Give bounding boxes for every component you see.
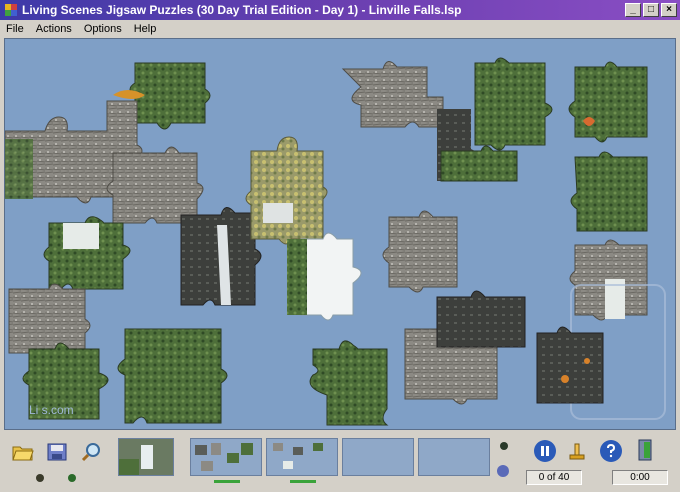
magnify-icon bbox=[81, 443, 100, 462]
tray-progress-bar bbox=[214, 480, 240, 483]
puzzle-piece[interactable] bbox=[309, 340, 389, 426]
exit-button[interactable] bbox=[632, 438, 658, 462]
maximize-button[interactable]: □ bbox=[643, 3, 659, 17]
open-folder-icon bbox=[12, 446, 34, 461]
help-icon bbox=[607, 444, 616, 458]
puzzle-piece[interactable] bbox=[568, 61, 648, 143]
tray-progress-bar bbox=[290, 480, 316, 483]
window-title: Living Scenes Jigsaw Puzzles (30 Day Tri… bbox=[22, 3, 462, 17]
menu-file[interactable]: File bbox=[0, 23, 30, 35]
help-button[interactable] bbox=[600, 440, 622, 462]
puzzle-piece[interactable] bbox=[263, 203, 293, 223]
puzzle-piece[interactable] bbox=[341, 61, 444, 128]
puzzle-app-icon bbox=[5, 4, 17, 16]
piece-tray-1[interactable] bbox=[190, 438, 262, 476]
exit-icon bbox=[638, 439, 652, 461]
puzzle-piece[interactable] bbox=[436, 290, 526, 348]
magnify-button[interactable] bbox=[78, 440, 104, 464]
hand-icon bbox=[569, 443, 585, 460]
puzzle-piece[interactable] bbox=[570, 151, 648, 232]
menu-actions[interactable]: Actions bbox=[30, 23, 78, 35]
pause-button[interactable] bbox=[534, 440, 556, 462]
timer-display: 0:00 bbox=[612, 470, 668, 485]
preview-image-button[interactable] bbox=[118, 438, 174, 476]
tray-pieces-icon bbox=[273, 443, 323, 469]
puzzle-piece[interactable] bbox=[474, 57, 553, 151]
puzzle-piece[interactable] bbox=[117, 328, 228, 424]
preview-icon bbox=[119, 439, 173, 475]
menu-bar: File Actions Options Help bbox=[0, 20, 680, 38]
orange-leaf-dot bbox=[561, 375, 569, 383]
small-options-button[interactable] bbox=[494, 462, 512, 480]
save-icon bbox=[47, 443, 67, 461]
puzzle-piece[interactable] bbox=[382, 210, 458, 293]
minimize-button[interactable]: _ bbox=[625, 3, 641, 17]
puzzle-piece[interactable] bbox=[63, 223, 99, 249]
close-button[interactable]: × bbox=[661, 3, 677, 17]
hand-button[interactable] bbox=[566, 440, 588, 462]
status-dot bbox=[500, 442, 508, 450]
tray-pieces-icon bbox=[195, 443, 253, 471]
save-button[interactable] bbox=[44, 440, 70, 464]
watermark-text: Li s.com bbox=[29, 403, 74, 417]
puzzle-piece[interactable] bbox=[106, 146, 204, 224]
menu-help[interactable]: Help bbox=[128, 23, 163, 35]
open-folder-button[interactable] bbox=[10, 440, 36, 464]
puzzle-piece[interactable] bbox=[8, 283, 91, 359]
puzzle-pieces-layer bbox=[5, 57, 666, 426]
puzzle-piece[interactable] bbox=[5, 139, 33, 199]
puzzle-piece[interactable] bbox=[287, 239, 307, 315]
piece-tray-2[interactable] bbox=[266, 438, 338, 476]
puzzle-piece[interactable] bbox=[245, 136, 328, 245]
status-dot bbox=[36, 474, 44, 482]
pause-icon bbox=[541, 446, 549, 456]
puzzle-piece[interactable] bbox=[536, 326, 604, 404]
help-small-icon bbox=[497, 465, 509, 477]
orange-leaf-dot bbox=[584, 358, 590, 364]
pieces-counter: 0 of 40 bbox=[526, 470, 582, 485]
status-dot bbox=[68, 474, 76, 482]
menu-options[interactable]: Options bbox=[78, 23, 128, 35]
piece-tray-3[interactable] bbox=[342, 438, 414, 476]
puzzle-piece[interactable] bbox=[440, 145, 518, 182]
piece-tray-4[interactable] bbox=[418, 438, 490, 476]
title-bar: Living Scenes Jigsaw Puzzles (30 Day Tri… bbox=[0, 0, 680, 20]
puzzle-board[interactable]: Li s.com bbox=[4, 38, 676, 430]
